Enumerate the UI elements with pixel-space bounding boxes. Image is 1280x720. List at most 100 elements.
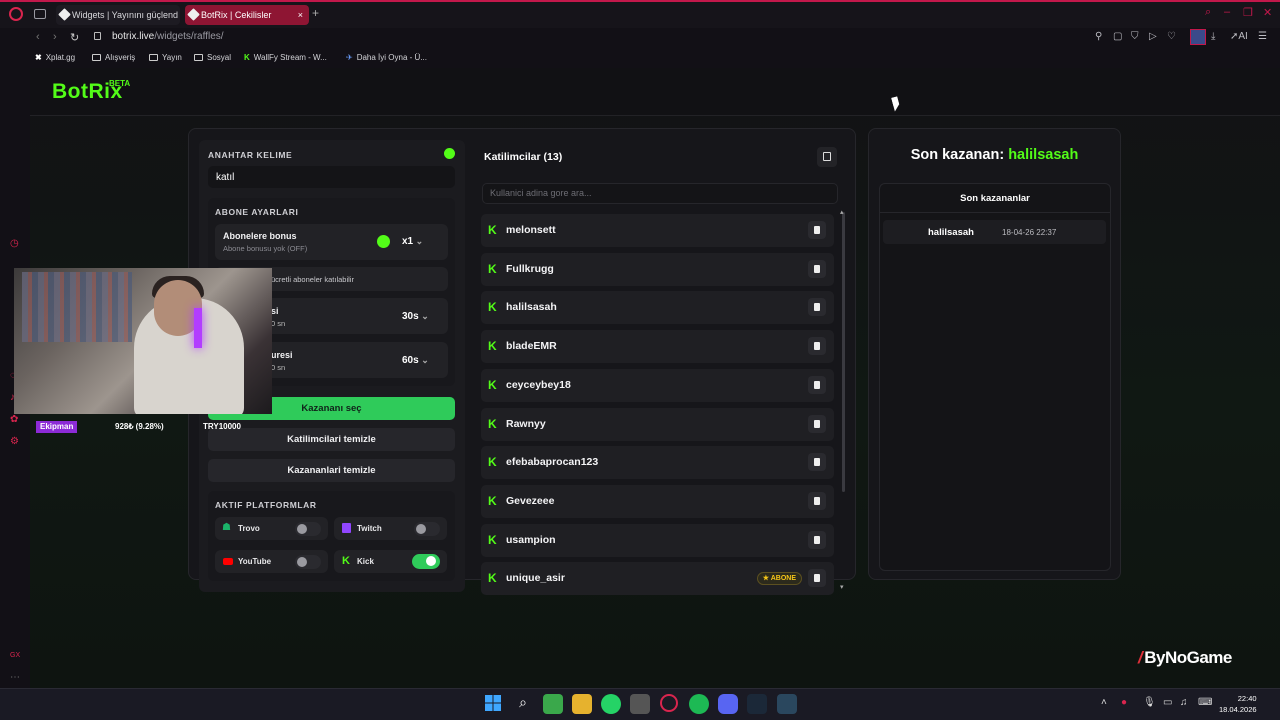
delete-participant-button[interactable] [808,530,826,549]
participant-row[interactable]: Kunique_asir ★ ABONE [481,562,834,596]
delete-participant-button[interactable] [808,298,826,317]
participant-row[interactable]: Kceyceybey18 [481,368,834,402]
play-icon[interactable]: ▷ [1149,31,1157,42]
spotify-icon[interactable] [689,694,709,714]
system-clock[interactable]: 22:40 18.04.2026 [1219,693,1257,715]
display-icon[interactable]: ▭ [1163,697,1172,708]
heart-icon[interactable]: ♡ [1167,31,1176,42]
timer1-select[interactable]: 30s [402,311,429,322]
sub-bonus-info-icon[interactable] [377,235,390,248]
new-tab-icon[interactable]: + [312,6,319,20]
bookmark-sosyal[interactable]: Sosyal [194,53,231,62]
copy-icon [823,152,831,161]
steam-icon-2[interactable] [777,694,797,714]
aria-ai-button[interactable]: ➚AI [1230,31,1248,42]
tray-app-icon[interactable]: ● [1121,697,1127,708]
steam-icon[interactable] [747,694,767,714]
shield-icon[interactable]: ⛉ [1131,31,1139,42]
sidebar-settings-icon[interactable]: ⚙ [10,436,19,447]
delete-participant-button[interactable] [808,337,826,356]
participant-row[interactable]: Kusampion [481,523,834,557]
copy-button[interactable] [817,147,837,167]
bookmark-alisveris[interactable]: Alışveriş [92,53,135,62]
tab-title: BotRix | Cekilisler [201,10,272,20]
youtube-toggle[interactable] [295,555,321,569]
maximize-icon[interactable]: ❐ [1243,6,1253,19]
browser-tab-widgets[interactable]: Widgets | Yayınını güçlend [56,5,180,25]
search-tabs-icon[interactable]: ⌕ [1205,6,1211,19]
sidebar-extensions-icon[interactable]: ✿ [10,414,18,425]
profile-avatar[interactable] [1190,29,1206,45]
sub-bonus-desc: Abone bonusu yok (OFF) [223,244,308,253]
microphone-icon[interactable]: 🎙 [1143,697,1156,708]
scroll-up-icon[interactable]: ▴ [840,208,844,216]
bookmark-yayin[interactable]: Yayın [149,53,182,62]
download-icon[interactable]: ⤓ [1211,31,1215,42]
participant-row[interactable]: KbladeEMR [481,330,834,364]
delete-participant-button[interactable] [808,453,826,472]
participant-row[interactable]: Khalilsasah [481,291,834,325]
delete-participant-button[interactable] [808,491,826,510]
sidebar-history-icon[interactable]: ◷ [10,238,19,249]
sidebar-gx-icon[interactable]: GX [10,652,20,659]
volume-icon[interactable]: ♫ [1180,697,1188,708]
bookmarks-bar [0,50,1280,68]
donation-goal-bar: Ekipman 928₺ (9.28%) TRY10000 [36,421,272,433]
bookmark-dahaiyi[interactable]: ✈ Daha İyi Oyna - Ü... [346,53,427,62]
delete-participant-button[interactable] [808,375,826,394]
keyword-input[interactable]: katıl [208,166,455,188]
timer2-select[interactable]: 60s [402,355,429,366]
close-tab-icon[interactable]: × [298,5,303,25]
bookmark-xplat[interactable]: ✖ Xplat.gg [35,53,75,62]
recent-winners-title: Son kazananlar [960,193,1030,204]
delete-participant-button[interactable] [808,259,826,278]
app-icon-2[interactable] [630,694,650,714]
pin-icon[interactable]: ⚲ [1095,31,1102,42]
trash-icon [814,342,820,351]
neon-light [194,308,202,348]
back-icon[interactable]: ‹ [36,31,40,43]
sidebar-more-icon[interactable]: ⋯ [10,672,20,683]
info-icon[interactable] [444,148,455,159]
platform-youtube: YouTube [215,550,328,573]
delete-participant-button[interactable] [808,414,826,433]
file-explorer-icon[interactable] [572,694,592,714]
participant-row[interactable]: K Fullkrugg [481,252,834,286]
participant-row[interactable]: K Rawnyy [481,407,834,441]
browser-tab-raffles[interactable]: BotRix | Cekilisler × [185,5,309,25]
scroll-down-icon[interactable]: ▾ [840,583,844,591]
sub-bonus-multiplier-select[interactable]: x1 [402,236,423,247]
search-icon[interactable]: ⌕ [513,694,533,714]
kick-toggle[interactable] [412,554,440,569]
bookmark-wallfy[interactable]: K WallFy Stream - W... [244,53,327,62]
start-icon[interactable] [484,694,504,714]
app-icon-1[interactable] [543,694,563,714]
participant-row[interactable]: K Gevezeee [481,484,834,518]
participant-scrollbar[interactable] [842,212,845,492]
opera-logo-icon[interactable] [9,7,23,21]
delete-participant-button[interactable] [808,221,826,239]
discord-icon[interactable] [718,694,738,714]
participant-name: melonsett [506,224,556,236]
clear-winners-button[interactable]: Kazananlari temizle [208,459,455,482]
url-host: botrix.live [112,31,155,42]
tab-workspaces-icon[interactable] [34,9,46,19]
whatsapp-icon[interactable] [601,694,621,714]
twitch-toggle[interactable] [414,522,440,536]
delete-participant-button[interactable] [808,569,826,588]
snapshot-icon[interactable]: ▢ [1113,31,1122,42]
bookmark-label: Xplat.gg [45,53,76,62]
reload-icon[interactable]: ↻ [70,31,79,44]
url-field[interactable]: botrix.live/widgets/raffles/ [112,31,224,42]
tray-expand-icon[interactable]: ˄ [1101,697,1107,708]
participant-row[interactable]: Kefebabaprocan123 [481,446,834,480]
minimize-icon[interactable]: – [1224,6,1230,18]
forward-icon[interactable]: › [53,31,57,43]
participant-row[interactable]: Kmelonsett [481,214,834,247]
keyboard-icon[interactable]: ⌨ [1198,697,1212,708]
trovo-toggle[interactable] [295,522,321,536]
close-window-icon[interactable]: ✕ [1263,6,1272,19]
participant-search-input[interactable]: Kullanici adina gore ara... [482,183,838,204]
menu-icon[interactable]: ☰ [1258,31,1267,42]
opera-gx-icon[interactable] [660,694,678,712]
